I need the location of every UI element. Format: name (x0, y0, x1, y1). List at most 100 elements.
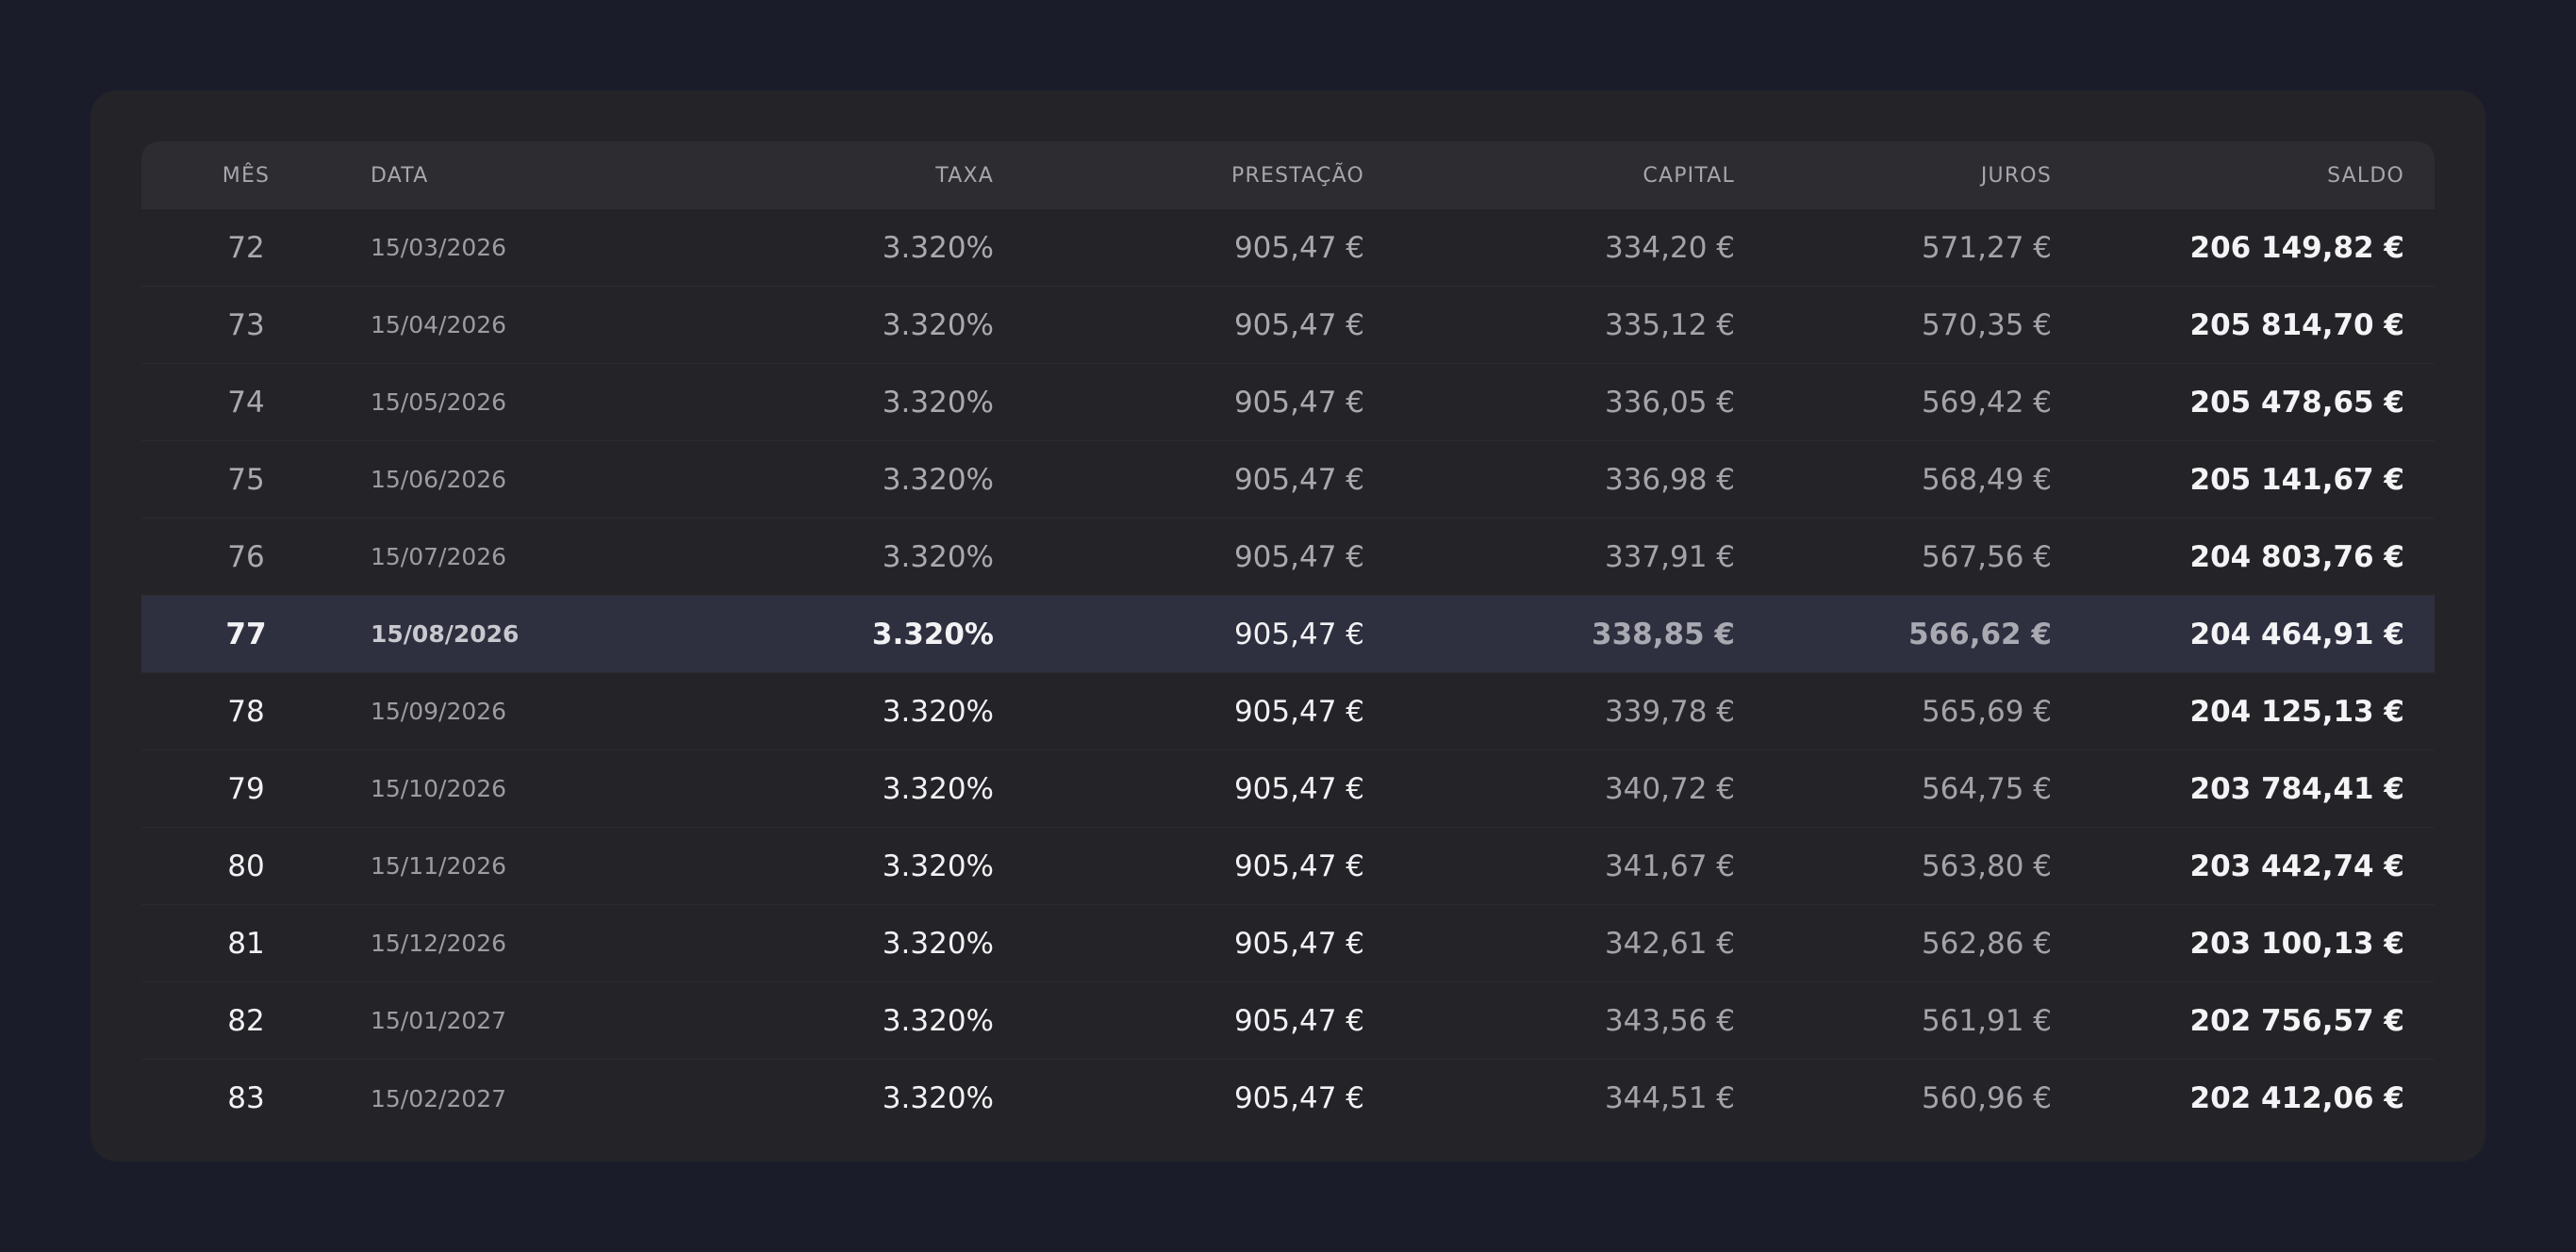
cell-mes: 75 (227, 462, 265, 497)
cell-juros: 571,27 € (1921, 230, 2052, 265)
cell-taxa: 3.320% (871, 617, 994, 651)
table-row[interactable]: 82 15/01/2027 3.320% 905,47 € 343,56 € 5… (141, 982, 2435, 1060)
cell-capital: 342,61 € (1604, 926, 1735, 961)
header-saldo[interactable]: SALDO (2065, 141, 2404, 209)
cell-saldo: 203 784,41 € (2189, 771, 2405, 806)
cell-mes: 72 (227, 230, 265, 265)
cell-prestacao: 905,47 € (1233, 926, 1364, 961)
cell-capital: 335,12 € (1604, 307, 1735, 342)
cell-juros: 565,69 € (1921, 694, 2052, 729)
cell-prestacao: 905,47 € (1233, 539, 1364, 574)
cell-juros: 561,91 € (1921, 1003, 2052, 1038)
cell-taxa: 3.320% (882, 462, 994, 497)
cell-juros: 569,42 € (1921, 385, 2052, 420)
table-row[interactable]: 72 15/03/2026 3.320% 905,47 € 334,20 € 5… (141, 209, 2435, 287)
cell-juros: 566,62 € (1908, 617, 2052, 651)
table-row[interactable]: 78 15/09/2026 3.320% 905,47 € 339,78 € 5… (141, 673, 2435, 750)
cell-data: 15/11/2026 (371, 852, 507, 880)
cell-prestacao: 905,47 € (1233, 848, 1364, 883)
cell-data: 15/03/2026 (371, 234, 507, 261)
cell-data: 15/12/2026 (371, 930, 507, 957)
cell-juros: 563,80 € (1921, 848, 2052, 883)
cell-saldo: 204 125,13 € (2189, 694, 2405, 729)
cell-data: 15/09/2026 (371, 698, 507, 725)
cell-juros: 567,56 € (1921, 539, 2052, 574)
header-taxa[interactable]: TAXA (669, 141, 994, 209)
cell-capital: 343,56 € (1604, 1003, 1735, 1038)
cell-juros: 562,86 € (1921, 926, 2052, 961)
cell-mes: 74 (227, 385, 265, 420)
cell-saldo: 202 412,06 € (2189, 1081, 2405, 1115)
cell-data: 15/02/2027 (371, 1084, 507, 1112)
header-data[interactable]: DATA (371, 141, 653, 209)
cell-taxa: 3.320% (882, 307, 994, 342)
header-juros[interactable]: JUROS (1744, 141, 2052, 209)
cell-prestacao: 905,47 € (1233, 462, 1364, 497)
cell-mes: 82 (227, 1003, 265, 1038)
cell-data: 15/06/2026 (371, 466, 507, 493)
table-row[interactable]: 79 15/10/2026 3.320% 905,47 € 340,72 € 5… (141, 750, 2435, 828)
cell-taxa: 3.320% (882, 771, 994, 806)
cell-prestacao: 905,47 € (1233, 694, 1364, 729)
cell-prestacao: 905,47 € (1233, 230, 1364, 265)
cell-taxa: 3.320% (882, 848, 994, 883)
cell-saldo: 203 442,74 € (2189, 848, 2405, 883)
cell-saldo: 204 464,91 € (2189, 617, 2405, 651)
cell-juros: 560,96 € (1921, 1081, 2052, 1115)
cell-taxa: 3.320% (882, 926, 994, 961)
cell-capital: 339,78 € (1604, 694, 1735, 729)
header-prestacao[interactable]: PRESTAÇÃO (1009, 141, 1364, 209)
cell-saldo: 203 100,13 € (2189, 926, 2405, 961)
table-row[interactable]: 80 15/11/2026 3.320% 905,47 € 341,67 € 5… (141, 828, 2435, 905)
table-header: MÊS DATA TAXA PRESTAÇÃO CAPITAL JUROS SA… (141, 141, 2435, 209)
cell-saldo: 205 814,70 € (2189, 307, 2405, 342)
cell-saldo: 204 803,76 € (2189, 539, 2405, 574)
table-row-current[interactable]: 77 15/08/2026 3.320% 905,47 € 338,85 € 5… (141, 596, 2435, 673)
cell-prestacao: 905,47 € (1233, 1081, 1364, 1115)
cell-capital: 338,85 € (1592, 617, 1735, 651)
cell-capital: 334,20 € (1604, 230, 1735, 265)
table-row[interactable]: 81 15/12/2026 3.320% 905,47 € 342,61 € 5… (141, 905, 2435, 982)
cell-capital: 336,05 € (1604, 385, 1735, 420)
table-row[interactable]: 76 15/07/2026 3.320% 905,47 € 337,91 € 5… (141, 519, 2435, 596)
cell-capital: 336,98 € (1604, 462, 1735, 497)
cell-capital: 344,51 € (1604, 1081, 1735, 1115)
cell-prestacao: 905,47 € (1233, 771, 1364, 806)
cell-prestacao: 905,47 € (1233, 385, 1364, 420)
cell-saldo: 202 756,57 € (2189, 1003, 2405, 1038)
table-row[interactable]: 83 15/02/2027 3.320% 905,47 € 344,51 € 5… (141, 1060, 2435, 1137)
cell-mes: 80 (227, 848, 265, 883)
cell-taxa: 3.320% (882, 230, 994, 265)
cell-data: 15/10/2026 (371, 775, 507, 802)
cell-prestacao: 905,47 € (1233, 1003, 1364, 1038)
cell-saldo: 205 141,67 € (2189, 462, 2405, 497)
amortization-card: MÊS DATA TAXA PRESTAÇÃO CAPITAL JUROS SA… (91, 91, 2485, 1161)
amortization-table: MÊS DATA TAXA PRESTAÇÃO CAPITAL JUROS SA… (141, 141, 2435, 1137)
cell-taxa: 3.320% (882, 1003, 994, 1038)
cell-taxa: 3.320% (882, 694, 994, 729)
cell-data: 15/07/2026 (371, 543, 507, 570)
cell-juros: 564,75 € (1921, 771, 2052, 806)
cell-capital: 337,91 € (1604, 539, 1735, 574)
cell-taxa: 3.320% (882, 385, 994, 420)
cell-juros: 568,49 € (1921, 462, 2052, 497)
cell-capital: 340,72 € (1604, 771, 1735, 806)
header-capital[interactable]: CAPITAL (1386, 141, 1735, 209)
table-row[interactable]: 75 15/06/2026 3.320% 905,47 € 336,98 € 5… (141, 441, 2435, 519)
cell-taxa: 3.320% (882, 539, 994, 574)
cell-data: 15/08/2026 (371, 620, 520, 648)
cell-mes: 78 (227, 694, 265, 729)
table-row[interactable]: 74 15/05/2026 3.320% 905,47 € 336,05 € 5… (141, 364, 2435, 441)
cell-data: 15/05/2026 (371, 388, 507, 416)
cell-data: 15/01/2027 (371, 1007, 507, 1034)
table-row[interactable]: 73 15/04/2026 3.320% 905,47 € 335,12 € 5… (141, 287, 2435, 364)
cell-capital: 341,67 € (1604, 848, 1735, 883)
cell-data: 15/04/2026 (371, 311, 507, 338)
cell-mes: 77 (225, 617, 267, 651)
cell-mes: 81 (227, 926, 265, 961)
header-mes[interactable]: MÊS (141, 141, 351, 209)
cell-juros: 570,35 € (1921, 307, 2052, 342)
cell-saldo: 205 478,65 € (2189, 385, 2405, 420)
cell-mes: 79 (227, 771, 265, 806)
cell-prestacao: 905,47 € (1233, 617, 1364, 651)
